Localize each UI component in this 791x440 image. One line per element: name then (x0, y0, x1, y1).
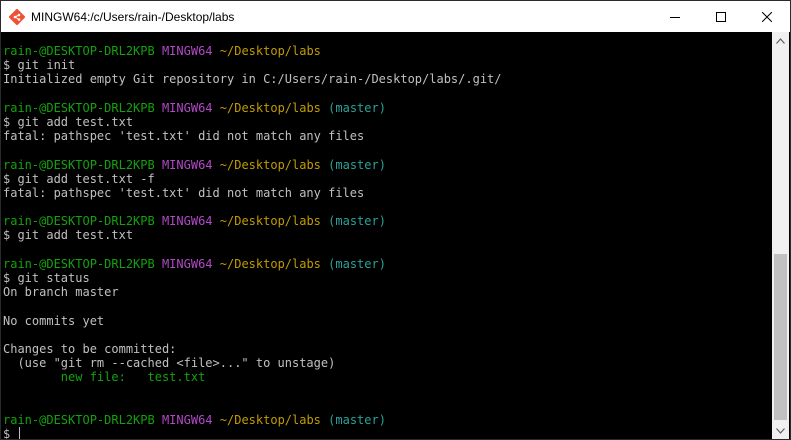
command-line: $ git add test.txt (3, 114, 134, 129)
vertical-scrollbar[interactable] (772, 32, 789, 439)
git-bash-icon (8, 8, 26, 25)
command-input-line[interactable]: $ (3, 427, 773, 439)
prompt-line: rain-@DESKTOP-DRL2KPB MINGW64 ~/Desktop/… (3, 214, 773, 228)
command-line: $ git add test.txt (3, 228, 134, 243)
maximize-icon (716, 11, 726, 22)
prompt-system: MINGW64 (161, 256, 213, 271)
scrollbar-thumb[interactable] (774, 254, 787, 420)
prompt-user: rain-@DESKTOP-DRL2KPB (3, 44, 155, 58)
prompt-line: rain-@DESKTOP-DRL2KPB MINGW64 ~/Desktop/… (3, 44, 773, 58)
command-line: $ git add test.txt -f (3, 171, 155, 186)
prompt-user: rain-@DESKTOP-DRL2KPB (3, 412, 155, 427)
terminal-window: MINGW64:/c/Users/rain-/Desktop/labs rain… (0, 0, 791, 440)
window-title: MINGW64:/c/Users/rain-/Desktop/labs (31, 9, 235, 24)
output-line: fatal: pathspec 'test.txt' did not match… (3, 185, 365, 200)
prompt-branch: (master) (328, 412, 386, 427)
chevron-down-icon (776, 427, 785, 434)
chevron-up-icon (776, 37, 785, 44)
output-line: Changes to be committed: (3, 341, 177, 356)
prompt-user: rain-@DESKTOP-DRL2KPB (3, 100, 155, 115)
output-line: (use "git rm --cached <file>..." to unst… (3, 356, 336, 371)
prompt-system: MINGW64 (161, 157, 213, 172)
output-line: No commits yet (3, 313, 105, 328)
text-cursor (19, 427, 21, 439)
command-line: $ git status (3, 271, 90, 285)
prompt-user: rain-@DESKTOP-DRL2KPB (3, 157, 155, 172)
prompt-path: ~/Desktop/labs (219, 412, 321, 427)
minimize-button[interactable] (652, 1, 698, 32)
terminal-output[interactable]: rain-@DESKTOP-DRL2KPB MINGW64 ~/Desktop/… (3, 33, 773, 439)
prompt-path: ~/Desktop/labs (219, 157, 321, 172)
close-icon (762, 11, 772, 22)
maximize-button[interactable] (698, 1, 744, 32)
output-line: Initialized empty Git repository in C:/U… (3, 72, 502, 87)
prompt-system: MINGW64 (161, 44, 213, 58)
staged-file-line: new file: test.txt (3, 370, 206, 385)
prompt-line: rain-@DESKTOP-DRL2KPB MINGW64 ~/Desktop/… (3, 158, 773, 172)
close-button[interactable] (744, 1, 790, 32)
prompt-system: MINGW64 (161, 412, 213, 427)
prompt-branch: (master) (328, 157, 386, 172)
prompt-line: rain-@DESKTOP-DRL2KPB MINGW64 ~/Desktop/… (3, 257, 773, 271)
prompt-path: ~/Desktop/labs (219, 256, 321, 271)
minimize-icon (670, 16, 680, 18)
prompt-path: ~/Desktop/labs (219, 44, 321, 58)
prompt-system: MINGW64 (161, 100, 213, 115)
prompt-line: rain-@DESKTOP-DRL2KPB MINGW64 ~/Desktop/… (3, 101, 773, 115)
prompt-user: rain-@DESKTOP-DRL2KPB (3, 256, 155, 271)
output-line: On branch master (3, 285, 119, 300)
prompt-path: ~/Desktop/labs (219, 214, 321, 229)
prompt-path: ~/Desktop/labs (219, 100, 321, 115)
command-line: $ git init (3, 58, 76, 73)
input-prefix: $ (3, 427, 18, 439)
window-controls (652, 1, 790, 32)
prompt-system: MINGW64 (161, 214, 213, 229)
output-line: fatal: pathspec 'test.txt' did not match… (3, 129, 365, 144)
prompt-line: rain-@DESKTOP-DRL2KPB MINGW64 ~/Desktop/… (3, 413, 773, 427)
scroll-up-button[interactable] (772, 32, 789, 49)
prompt-branch: (master) (328, 256, 386, 271)
prompt-branch: (master) (328, 100, 386, 115)
prompt-user: rain-@DESKTOP-DRL2KPB (3, 214, 155, 229)
prompt-branch: (master) (328, 214, 386, 229)
scroll-down-button[interactable] (772, 422, 789, 439)
title-bar[interactable]: MINGW64:/c/Users/rain-/Desktop/labs (1, 1, 790, 32)
